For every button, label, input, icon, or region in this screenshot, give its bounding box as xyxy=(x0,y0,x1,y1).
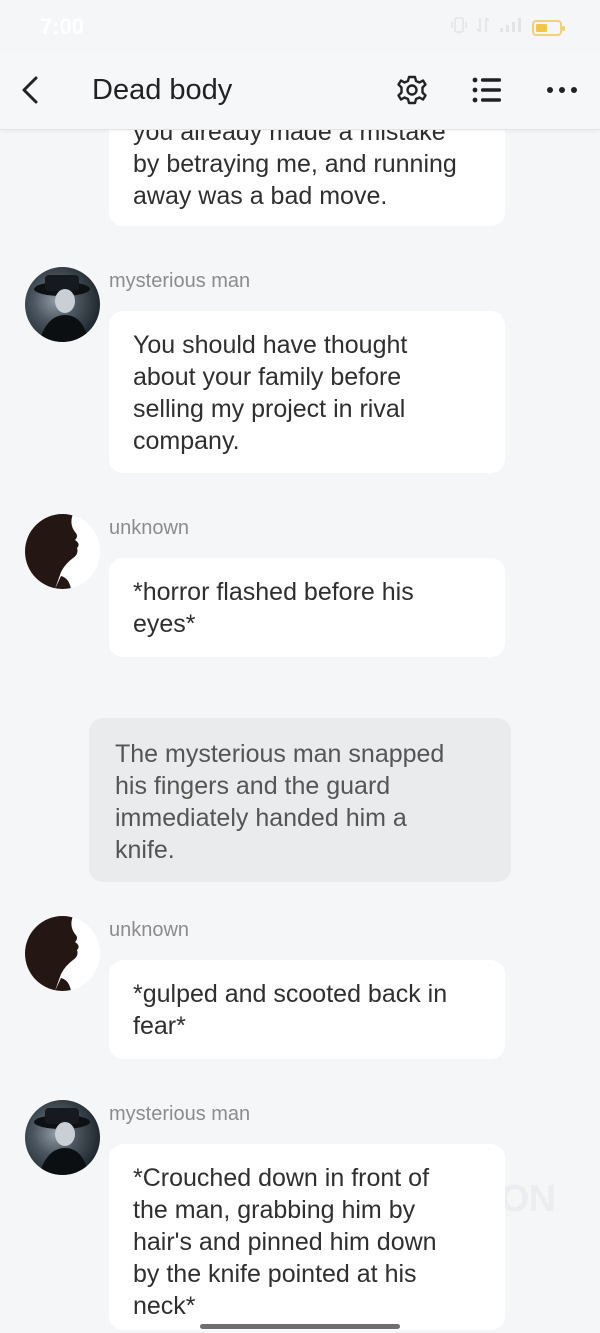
settings-button[interactable] xyxy=(392,70,432,110)
message-line: *Crouched down in front of xyxy=(133,1164,430,1192)
message-bubble: You should have thought about your famil… xyxy=(109,311,505,473)
status-time: 7:00 xyxy=(40,14,85,39)
message-line: fear* xyxy=(133,1012,186,1040)
message-line: neck* xyxy=(133,1292,196,1320)
message-bubble: *Crouched down in front of the man, grab… xyxy=(109,1144,505,1330)
chat-area: you already made a mistake by betraying … xyxy=(0,0,600,1333)
message-line: eyes* xyxy=(133,610,196,638)
avatar-image xyxy=(25,514,100,589)
message-line: away was a bad move. xyxy=(133,182,388,210)
sender-name: unknown xyxy=(109,517,190,539)
message-line: *gulped and scooted back in xyxy=(133,980,448,1008)
narration-line: immediately handed him a xyxy=(115,804,407,832)
status-icons xyxy=(450,16,565,39)
message-line: hair's and pinned him down xyxy=(133,1228,437,1256)
avatar-image xyxy=(34,1108,90,1175)
more-horizontal-icon xyxy=(547,87,577,93)
message-line: the man, grabbing him by xyxy=(133,1196,416,1224)
chevron-left-icon xyxy=(22,76,38,104)
vibrate-icon xyxy=(450,16,468,39)
narration-line: The mysterious man snapped xyxy=(115,740,445,768)
narration-line: knife. xyxy=(115,836,175,864)
message-line: You should have thought xyxy=(133,331,408,359)
message-bubble: *gulped and scooted back in fear* xyxy=(109,960,505,1059)
message-line: company. xyxy=(133,427,240,455)
chat-header: Dead body xyxy=(0,52,600,130)
page-title: Dead body xyxy=(92,74,233,106)
list-button[interactable] xyxy=(467,70,507,110)
gear-icon xyxy=(397,75,427,105)
narration-bubble: The mysterious man snapped his fingers a… xyxy=(89,718,511,882)
narration-line: his fingers and the guard xyxy=(115,772,391,800)
data-icon xyxy=(476,16,490,39)
watermark-logo: ON xyxy=(500,1178,556,1220)
message-line: *horror flashed before his xyxy=(133,578,414,606)
signal-icon xyxy=(498,16,524,39)
sender-name: unknown xyxy=(109,919,190,941)
avatar-unknown[interactable] xyxy=(25,514,100,589)
message-line: by the knife pointed at his xyxy=(133,1260,417,1288)
avatar-mysterious-man[interactable] xyxy=(25,1100,100,1175)
sender-name: mysterious man xyxy=(109,270,251,292)
avatar-mysterious-man[interactable] xyxy=(25,267,100,342)
home-indicator[interactable] xyxy=(200,1324,400,1329)
avatar-unknown[interactable] xyxy=(25,916,100,991)
battery-icon xyxy=(532,19,565,36)
sender-name: mysterious man xyxy=(109,1103,251,1125)
avatar-image xyxy=(25,916,100,991)
list-icon xyxy=(472,77,501,103)
more-button[interactable] xyxy=(542,70,582,110)
message-line: selling my project in rival xyxy=(133,395,406,423)
avatar-image xyxy=(34,275,90,342)
message-line: about your family before xyxy=(133,363,402,391)
message-bubble: *horror flashed before his eyes* xyxy=(109,558,505,657)
message-line: by betraying me, and running xyxy=(133,150,457,178)
status-bar: 7:00 xyxy=(0,0,600,52)
back-button[interactable] xyxy=(14,72,46,108)
